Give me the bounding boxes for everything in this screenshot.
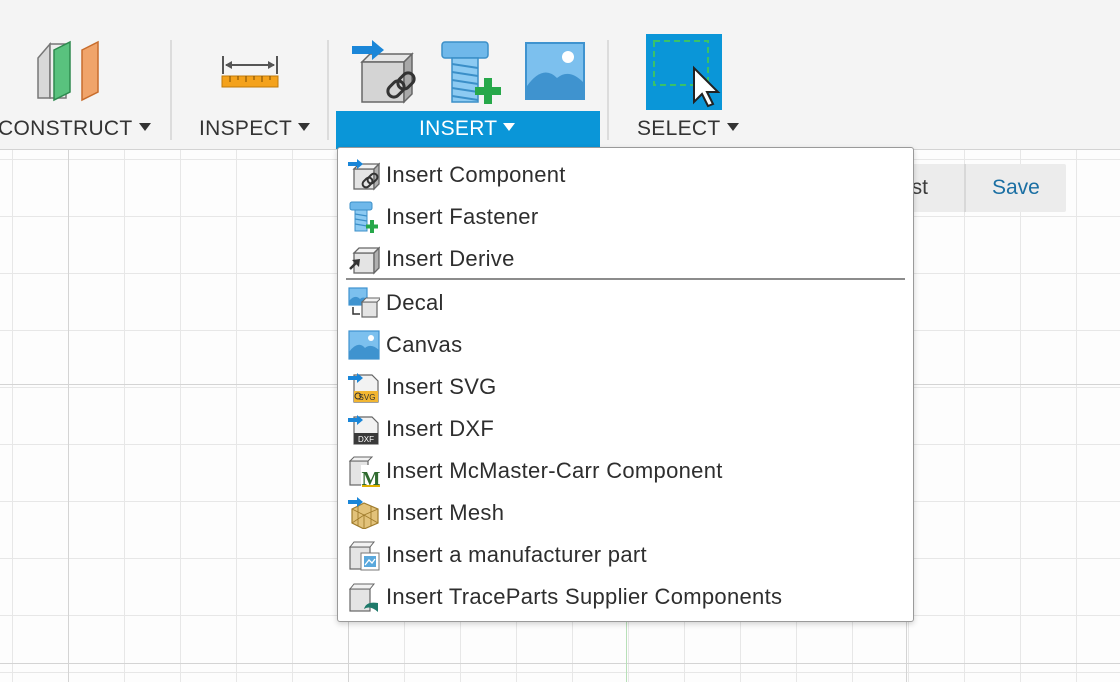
insert-dropdown-menu: Insert Component Insert Fastener Insert … <box>337 147 914 622</box>
menu-item-decal[interactable]: Decal <box>338 281 913 323</box>
menu-item-insert-dxf[interactable]: DXF Insert DXF <box>338 407 913 449</box>
mcmaster-carr-icon: M <box>348 456 380 487</box>
traceparts-icon <box>348 583 378 612</box>
decal-icon <box>348 287 380 318</box>
toolbar-separator <box>327 40 329 140</box>
menu-item-insert-fastener[interactable]: Insert Fastener <box>338 195 913 237</box>
manufacturer-part-icon <box>348 541 380 571</box>
divider <box>964 164 966 212</box>
construct-plane-icon[interactable] <box>36 40 102 104</box>
toolbar-separator <box>170 40 172 140</box>
menu-item-insert-mesh[interactable]: Insert Mesh <box>338 491 913 533</box>
inspect-menu-label[interactable]: INSPECT <box>199 117 311 141</box>
menu-item-label: Insert Derive <box>386 246 515 271</box>
grid-line <box>0 663 1120 664</box>
menu-item-label: Insert Component <box>386 162 566 187</box>
insert-derive-icon <box>349 246 380 275</box>
menu-item-label: Insert Mesh <box>386 500 505 525</box>
menu-item-insert-derive[interactable]: Insert Derive <box>338 237 913 279</box>
chevron-down-icon <box>138 123 151 132</box>
menu-item-label: Insert a manufacturer part <box>386 542 647 567</box>
toolbar: CONSTRUCT INSPECT INSERT SELECT <box>0 0 1120 150</box>
chevron-down-icon <box>298 123 311 132</box>
toolbar-separator <box>607 40 609 140</box>
menu-item-label: Insert SVG <box>386 374 497 399</box>
chevron-down-icon <box>503 123 516 132</box>
select-menu-label[interactable]: SELECT <box>637 117 739 141</box>
dxf-badge-text: DXF <box>358 435 374 444</box>
insert-fastener-icon <box>349 201 378 233</box>
chevron-down-icon <box>726 123 739 132</box>
menu-item-label: Insert McMaster-Carr Component <box>386 458 723 483</box>
insert-mesh-icon <box>348 497 379 529</box>
menu-item-label: Decal <box>386 290 444 315</box>
menu-item-label: Canvas <box>386 332 463 357</box>
menu-item-insert-svg[interactable]: SVG Insert SVG <box>338 365 913 407</box>
insert-component-icon <box>348 159 380 191</box>
insert-menu-tab[interactable]: INSERT <box>336 111 600 149</box>
mcmaster-badge-text: M <box>362 468 380 487</box>
menu-item-label: Insert TraceParts Supplier Components <box>386 584 783 609</box>
construct-menu-label[interactable]: CONSTRUCT <box>0 117 151 141</box>
menu-item-insert-manufacturer-part[interactable]: Insert a manufacturer part <box>338 533 913 575</box>
measure-icon[interactable] <box>220 54 280 90</box>
menu-separator <box>346 278 905 280</box>
menu-item-insert-component[interactable]: Insert Component <box>338 153 913 195</box>
grid-line <box>68 150 69 682</box>
menu-item-insert-mcmaster-carr[interactable]: M Insert McMaster-Carr Component <box>338 449 913 491</box>
insert-dxf-icon: DXF <box>348 415 379 445</box>
insert-menu-label[interactable]: INSERT <box>419 117 516 141</box>
insert-fastener-icon[interactable] <box>440 40 506 106</box>
menu-item-canvas[interactable]: Canvas <box>338 323 913 365</box>
select-icon[interactable] <box>646 34 722 110</box>
menu-item-label: Insert Fastener <box>386 204 539 229</box>
insert-component-icon[interactable] <box>352 40 416 104</box>
insert-svg-icon: SVG <box>348 373 379 403</box>
menu-item-label: Insert DXF <box>386 416 495 441</box>
save-button[interactable]: Save <box>992 176 1040 200</box>
canvas-icon[interactable] <box>525 42 585 100</box>
canvas-icon <box>348 330 380 360</box>
menu-item-insert-traceparts[interactable]: Insert TraceParts Supplier Components <box>338 575 913 617</box>
